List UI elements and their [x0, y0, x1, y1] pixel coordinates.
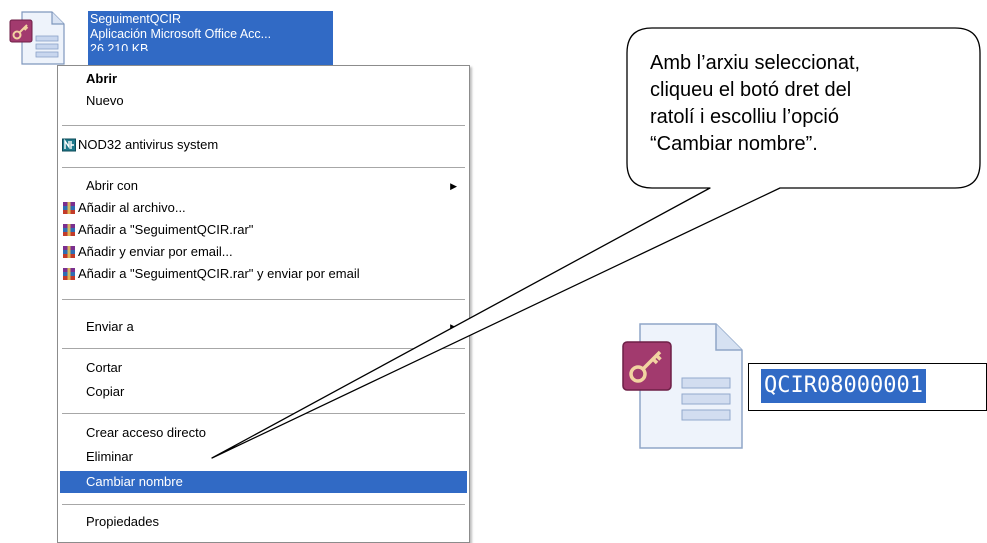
rename-input[interactable]: QCIR08000001: [748, 363, 987, 411]
rename-input-value: QCIR08000001: [761, 369, 926, 403]
access-file-icon[interactable]: [620, 318, 750, 453]
callout-text: Amb l’arxiu seleccionat, cliqueu el botó…: [650, 50, 950, 158]
callout-line: “Cambiar nombre”.: [650, 133, 818, 155]
callout-line: Amb l’arxiu seleccionat,: [650, 52, 861, 74]
callout-line: ratolí i escolliu l’opció: [650, 106, 839, 128]
callout-line: cliqueu el botó dret del: [650, 79, 852, 101]
